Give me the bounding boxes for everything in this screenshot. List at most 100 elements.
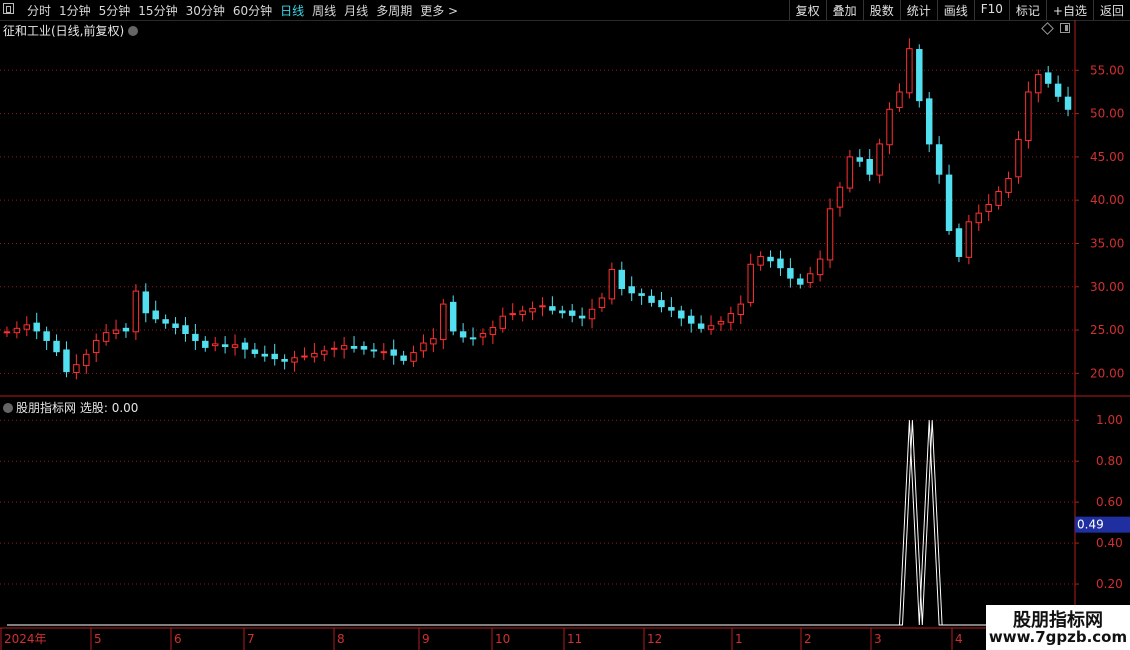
candle-body — [559, 310, 566, 314]
candle-body — [1064, 96, 1072, 110]
chevron-down-icon[interactable] — [3, 403, 13, 413]
x-tick-label: 6 — [174, 632, 182, 646]
candle-body — [906, 48, 913, 94]
candle-body — [479, 333, 487, 338]
candle-body — [202, 340, 209, 348]
candle-body — [836, 186, 844, 208]
watermark-url: www.7gpzb.com — [988, 628, 1128, 646]
candle-body — [955, 228, 963, 257]
main-chart-title: 征和工业(日线,前复权) — [3, 22, 139, 39]
candlestick-series — [3, 38, 1072, 380]
candle-body — [261, 353, 269, 357]
main-y-tick-label: 20.00 — [1090, 366, 1124, 380]
indicator-value: 0.00 — [111, 401, 139, 415]
signal-line — [7, 420, 1068, 626]
candle-body — [132, 290, 140, 333]
cursor-value-label: 0.49 — [1077, 518, 1104, 532]
layout-toggle-icon[interactable] — [1060, 23, 1070, 33]
candle-body — [707, 325, 715, 330]
candle-body — [102, 332, 110, 342]
candle-body — [529, 307, 536, 313]
candle-body — [668, 307, 675, 311]
candle-body — [916, 49, 923, 102]
signal-series — [7, 420, 1071, 626]
candle-body — [73, 364, 80, 373]
candle-body — [1035, 74, 1042, 94]
candle-body — [63, 349, 70, 373]
candle-body — [321, 350, 328, 355]
sub-y-tick-label: 0.60 — [1096, 495, 1123, 509]
candle-body — [370, 349, 378, 352]
candle-body — [311, 352, 318, 358]
candle-body — [945, 174, 953, 231]
candle-body — [112, 329, 120, 335]
candle-body — [866, 158, 873, 175]
candle-body — [122, 327, 130, 332]
candle-body — [469, 337, 477, 340]
candle-body — [896, 91, 903, 109]
candle-body — [13, 327, 21, 334]
sub-y-tick-label: 0.40 — [1096, 536, 1123, 550]
chevron-down-icon[interactable] — [128, 26, 139, 36]
candle-body — [83, 353, 90, 367]
candle-body — [935, 144, 943, 175]
candle-body — [43, 331, 50, 341]
candle-body — [340, 345, 348, 350]
main-y-tick-label: 35.00 — [1090, 236, 1124, 250]
x-tick-label: 5 — [94, 632, 102, 646]
candle-body — [638, 293, 645, 296]
candle-body — [1044, 72, 1052, 84]
candle-body — [211, 343, 219, 347]
candle-body — [271, 353, 278, 360]
candle-body — [975, 212, 983, 224]
x-tick-label: 10 — [495, 632, 510, 646]
candle-body — [152, 310, 159, 320]
candle-body — [142, 291, 150, 314]
candle-body — [459, 331, 467, 338]
stock-title: 征和工业(日线,前复权) — [3, 24, 125, 38]
indicator-name: 股朋指标网 — [16, 401, 77, 415]
sub-y-tick-label: 0.80 — [1096, 454, 1123, 468]
candle-body — [578, 315, 586, 319]
candle-body — [846, 156, 854, 189]
x-tick-label: 2 — [804, 632, 812, 646]
candle-body — [221, 344, 229, 348]
candle-body — [826, 208, 834, 261]
candle-body — [162, 319, 169, 324]
candle-body — [360, 346, 368, 350]
chart-canvas[interactable]: 55.0050.0045.0040.0035.0030.0025.0020.00… — [0, 0, 1130, 650]
candle-body — [1005, 178, 1012, 193]
sub-y-tick-label: 1.00 — [1096, 413, 1123, 427]
candle-body — [509, 313, 516, 316]
candle-body — [499, 315, 507, 329]
candle-body — [549, 306, 556, 311]
candle-body — [965, 221, 973, 258]
candle-body — [697, 323, 705, 329]
candle-body — [53, 340, 60, 353]
x-tick-label: 2024年 — [4, 632, 47, 646]
x-tick-label: 7 — [247, 632, 255, 646]
candle-body — [192, 333, 199, 341]
candle-body — [449, 301, 457, 332]
cursor-value-tag: 0.49 — [1075, 516, 1130, 533]
candle-body — [658, 300, 665, 308]
candle-body — [678, 310, 685, 319]
x-tick-label: 8 — [337, 632, 345, 646]
x-tick-label: 9 — [422, 632, 430, 646]
candle-body — [231, 344, 239, 348]
candle-body — [172, 323, 179, 328]
candle-body — [806, 273, 814, 283]
indicator-label: 选股: — [79, 401, 108, 415]
candle-body — [3, 331, 11, 334]
candle-body — [330, 347, 338, 350]
candle-body — [241, 342, 249, 350]
candle-body — [539, 305, 546, 308]
y-axis-ticks: 55.00 50.00 45.00 40.00 35.00 30.00 25.00 20.00… — [1075, 63, 1124, 591]
candle-body — [995, 191, 1002, 206]
candle-body — [291, 357, 298, 363]
x-axis-ticks: 2024年 5 6 7 8 9 10 11 12 1 2 3 4 — [0, 628, 963, 650]
x-tick-label: 11 — [567, 632, 582, 646]
candle-body — [816, 258, 824, 276]
main-y-tick-label: 25.00 — [1090, 323, 1124, 337]
candle-body — [420, 342, 427, 352]
